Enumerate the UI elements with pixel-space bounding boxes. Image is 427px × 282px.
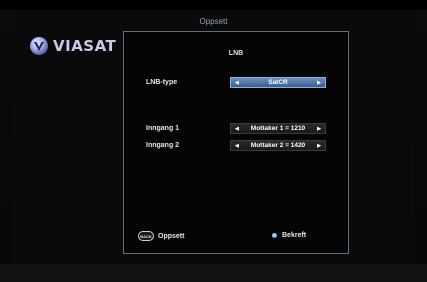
brand-name: VIASAT [53,37,117,55]
input-1-label: Inngang 1 [146,125,180,132]
viasat-logo-icon [30,37,48,55]
right-band [415,10,427,282]
input-1-selector[interactable]: ◀ Mottaker 1 = 1210 ▶ [230,123,326,134]
settings-panel: LNB LNB-type ◀ SatCR ▶ Inngang 1 ◀ Motta… [123,31,349,254]
panel-title: LNB [228,50,244,57]
confirm-label: Bekreft [282,232,307,239]
input-2-selector[interactable]: ◀ Mottaker 2 = 1420 ▶ [230,140,326,151]
right-arrow-icon[interactable]: ▶ [317,126,321,132]
back-action[interactable]: BACK Oppsett [138,231,184,241]
lnb-type-value: SatCR [268,79,288,86]
input-2-label: Inngang 2 [146,142,180,149]
tv-screen: VIASAT Oppsett LNB LNB-type ◀ SatCR ▶ In… [0,0,427,282]
page-title: Oppsett [199,17,228,26]
brand-logo: VIASAT [30,36,116,56]
input-2-value: Mottaker 2 = 1420 [250,142,306,149]
bottom-band [0,264,427,282]
lnb-type-label: LNB-type [146,79,178,86]
lnb-type-selector[interactable]: ◀ SatCR ▶ [230,77,326,88]
back-button-icon[interactable]: BACK [138,231,154,241]
right-arrow-icon[interactable]: ▶ [317,143,321,149]
back-label: Oppsett [158,232,185,240]
top-band [0,0,427,10]
left-band [0,10,12,282]
input-1-value: Mottaker 1 = 1210 [250,125,306,132]
confirm-action[interactable]: Bekreft [272,232,306,239]
blue-dot-icon [272,233,277,238]
right-arrow-icon[interactable]: ▶ [317,80,321,86]
